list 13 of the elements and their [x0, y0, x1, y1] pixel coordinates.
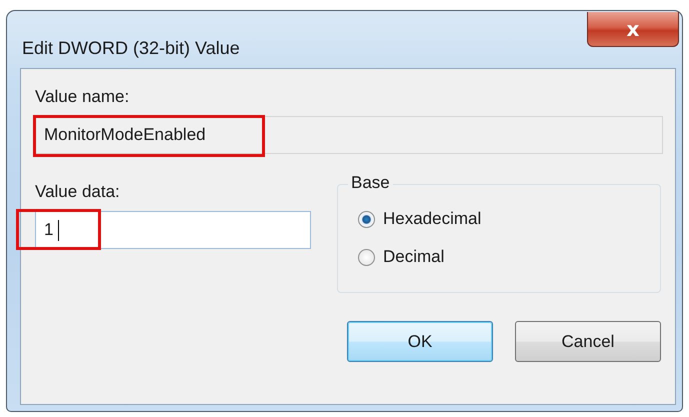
text-cursor	[58, 220, 59, 241]
value-name-label: Value name:	[35, 87, 130, 107]
radio-label[interactable]: Decimal	[383, 247, 444, 267]
radio-button[interactable]	[358, 248, 375, 266]
radio-button[interactable]	[358, 210, 375, 228]
window-title: Edit DWORD (32-bit) Value	[22, 38, 240, 59]
ok-button[interactable]: OK	[347, 321, 493, 362]
value-name-field[interactable]: MonitorModeEnabled	[35, 116, 663, 154]
close-button[interactable]: x	[587, 12, 679, 47]
value-data-field[interactable]: 1	[35, 211, 311, 249]
value-data-label: Value data:	[35, 182, 120, 202]
radio-label[interactable]: Hexadecimal	[383, 209, 482, 229]
cancel-button[interactable]: Cancel	[515, 321, 661, 362]
